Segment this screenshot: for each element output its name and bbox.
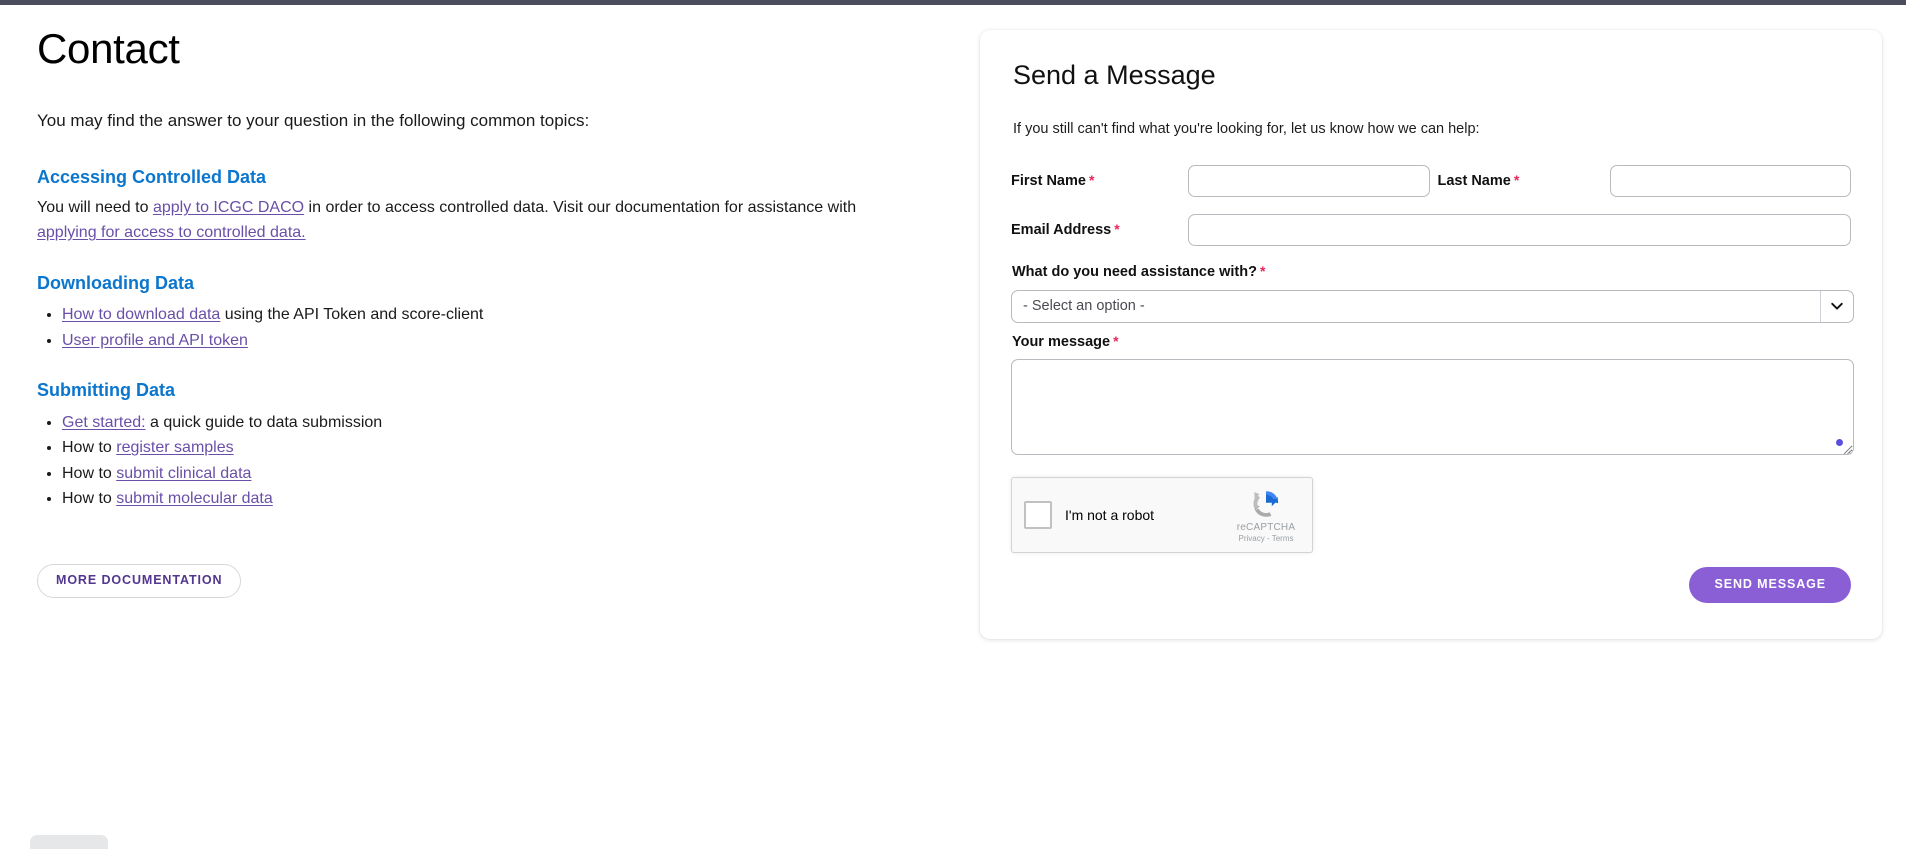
bottom-left-widget-tab[interactable] — [30, 835, 108, 849]
link-get-started[interactable]: Get started: — [62, 414, 146, 431]
contact-page: Contact You may find the answer to your … — [0, 0, 1906, 849]
link-submit-molecular-data[interactable]: submit molecular data — [116, 490, 273, 507]
assistance-select-wrapper: - Select an option - — [1011, 289, 1854, 323]
first-name-label: First Name * — [1011, 172, 1188, 190]
link-submit-clinical-data[interactable]: submit clinical data — [116, 465, 251, 482]
list-item: How to submit molecular data — [62, 486, 940, 512]
submitting-data-list: Get started: a quick guide to data submi… — [37, 410, 940, 512]
email-label-text: Email Address — [1011, 222, 1112, 239]
link-user-profile-and-api-token[interactable]: User profile and API token — [62, 332, 248, 349]
list-item: Get started: a quick guide to data submi… — [62, 410, 940, 436]
last-name-label: Last Name * — [1430, 172, 1609, 190]
list-item-suffix: a quick guide to data submission — [145, 413, 383, 431]
topic-heading-submitting: Submitting Data — [37, 380, 175, 401]
send-message-button[interactable]: SEND MESSAGE — [1689, 567, 1851, 604]
assistance-label: What do you need assistance with? * — [1012, 263, 1851, 281]
assistance-select[interactable]: - Select an option - — [1011, 289, 1854, 323]
recaptcha-branding: reCAPTCHA Privacy - Terms — [1226, 488, 1312, 543]
topic-submitting-data: Submitting Data Get started: a quick gui… — [37, 379, 940, 512]
submit-row: SEND MESSAGE — [1011, 567, 1851, 604]
list-item-prefix: How to — [62, 464, 117, 482]
recaptcha-checkbox[interactable] — [1024, 501, 1052, 530]
required-asterisk: * — [1088, 172, 1095, 189]
recaptcha-brand-text: reCAPTCHA — [1236, 521, 1296, 533]
email-input[interactable] — [1187, 214, 1851, 247]
required-asterisk: * — [1113, 332, 1119, 349]
message-label: Your message * — [1012, 333, 1851, 351]
form-title: Send a Message — [1013, 60, 1216, 90]
more-documentation-button[interactable]: MORE DOCUMENTATION — [37, 564, 242, 599]
first-name-label-text: First Name — [1011, 173, 1086, 190]
assistance-field: What do you need assistance with? * - Sel… — [1011, 263, 1854, 323]
name-field-row: First Name * Last Name * — [1011, 165, 1851, 198]
message-field: Your message * — [1011, 333, 1854, 456]
topic-heading-downloading: Downloading Data — [37, 272, 194, 293]
topic-downloading-data: Downloading Data How to download data us… — [37, 272, 940, 354]
last-name-input[interactable] — [1609, 165, 1851, 198]
last-name-label-text: Last Name — [1437, 173, 1511, 190]
message-textarea-wrapper — [1011, 359, 1854, 456]
link-apply-to-icgc-daco[interactable]: apply to ICGC DACO — [153, 199, 304, 216]
list-item: How to download data using the API Token… — [62, 302, 940, 328]
list-item-prefix: How to — [62, 490, 117, 508]
link-how-to-download-data[interactable]: How to download data — [62, 306, 220, 323]
form-subtitle: If you still can't find what you're look… — [1013, 121, 1480, 138]
accessing-text-2: in order to access controlled data. Visi… — [304, 199, 857, 217]
recaptcha-label: I'm not a robot — [1065, 507, 1155, 524]
link-applying-for-access[interactable]: applying for access to controlled data. — [37, 224, 306, 241]
intro-paragraph: You may find the answer to your question… — [37, 111, 590, 131]
list-item: User profile and API token — [62, 328, 940, 354]
link-register-samples[interactable]: register samples — [116, 439, 233, 456]
message-label-text: Your message — [1012, 333, 1111, 350]
topic-paragraph-accessing: You will need to apply to ICGC DACO in o… — [37, 196, 917, 246]
email-field-row: Email Address * — [1011, 214, 1851, 247]
send-message-card: Send a Message If you still can't find w… — [980, 30, 1882, 640]
message-textarea[interactable] — [1011, 359, 1854, 456]
recaptcha-widget[interactable]: I'm not a robot reCAPTCHA Privacy - Term… — [1011, 477, 1313, 554]
contact-info-column: Contact You may find the answer to your … — [0, 5, 980, 849]
accessing-text-1: You will need to — [37, 199, 153, 217]
first-name-input[interactable] — [1188, 165, 1431, 198]
recaptcha-logo-icon — [1253, 490, 1279, 517]
email-label: Email Address * — [1011, 221, 1188, 239]
required-asterisk: * — [1114, 221, 1120, 238]
list-item-prefix: How to — [62, 439, 117, 457]
topic-heading-accessing: Accessing Controlled Data — [37, 166, 267, 187]
list-item: How to register samples — [62, 435, 940, 461]
list-item-suffix: using the API Token and score-client — [220, 306, 484, 324]
list-item: How to submit clinical data — [62, 461, 940, 487]
recaptcha-legal-text[interactable]: Privacy - Terms — [1226, 534, 1306, 543]
downloading-data-list: How to download data using the API Token… — [37, 302, 940, 353]
required-asterisk: * — [1513, 172, 1520, 189]
required-asterisk: * — [1259, 263, 1266, 280]
page-title: Contact — [37, 25, 180, 72]
assistance-label-text: What do you need assistance with? — [1012, 264, 1257, 281]
topic-accessing-controlled-data: Accessing Controlled Data You will need … — [37, 166, 940, 246]
